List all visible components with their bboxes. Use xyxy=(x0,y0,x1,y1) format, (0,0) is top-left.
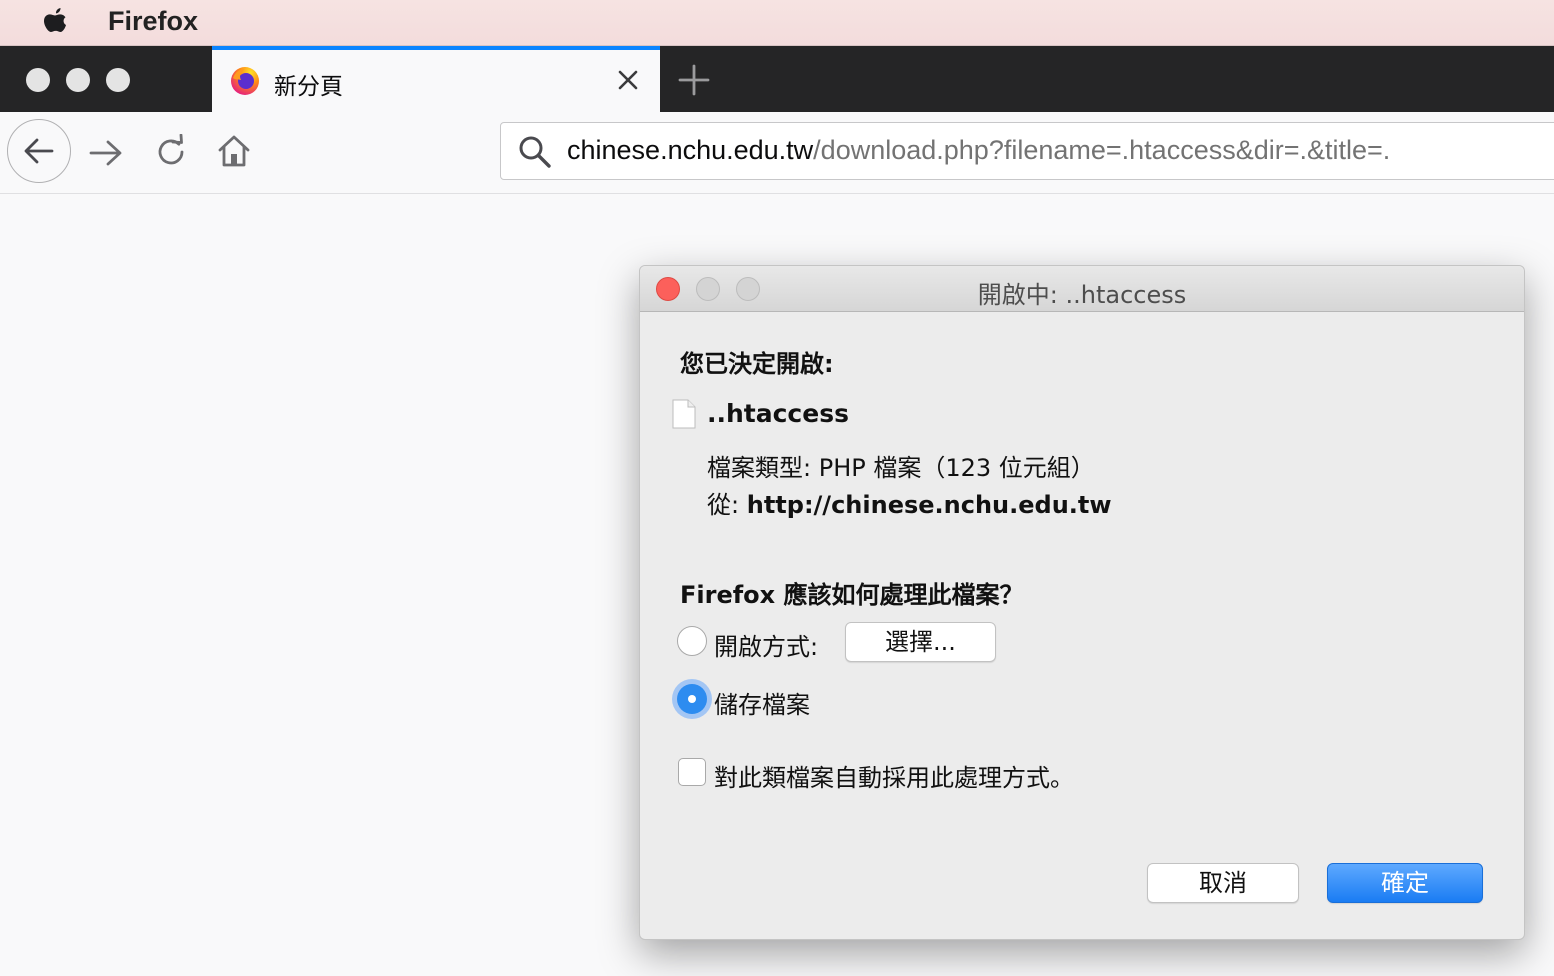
ok-button[interactable]: 確定 xyxy=(1327,863,1483,903)
save-file-radio[interactable] xyxy=(677,684,707,714)
file-type-value: PHP 檔案（123 位元組） xyxy=(818,454,1095,482)
file-source-row: 從: http://chinese.nchu.edu.tw xyxy=(707,485,1112,520)
back-button[interactable] xyxy=(7,119,71,183)
choose-application-button[interactable]: 選擇... xyxy=(845,622,996,662)
dialog-titlebar: 開啟中: ..htaccess xyxy=(640,266,1524,312)
save-file-label[interactable]: 儲存檔案 xyxy=(714,685,810,720)
firefox-logo-icon xyxy=(231,67,259,95)
dialog-heading: 您已決定開啟: xyxy=(680,350,834,378)
remember-choice-checkbox[interactable] xyxy=(678,758,706,786)
apple-logo-icon[interactable] xyxy=(40,6,70,38)
navigation-toolbar: chinese.nchu.edu.tw/download.php?filenam… xyxy=(0,112,1554,194)
file-source-value: http://chinese.nchu.edu.tw xyxy=(746,491,1112,519)
url-path: /download.php?filename=.htaccess&dir=.&t… xyxy=(813,135,1391,165)
app-menu-firefox[interactable]: Firefox xyxy=(108,6,198,37)
close-tab-icon[interactable] xyxy=(614,66,642,94)
url-host: chinese.nchu.edu.tw xyxy=(567,135,814,165)
tab-title: 新分頁 xyxy=(274,74,343,100)
new-tab-plus-icon[interactable] xyxy=(676,62,712,98)
open-with-radio[interactable] xyxy=(677,626,707,656)
menu-bar: Firefox xyxy=(0,0,1554,46)
home-icon[interactable] xyxy=(216,132,252,170)
forward-arrow-icon[interactable] xyxy=(88,136,124,170)
file-source-label: 從: xyxy=(707,491,740,519)
url-text[interactable]: chinese.nchu.edu.tw/download.php?filenam… xyxy=(567,135,1390,166)
remember-choice-label[interactable]: 對此類檔案自動採用此處理方式。 xyxy=(714,758,1074,793)
dialog-title: 開啟中: ..htaccess xyxy=(977,281,1187,309)
url-bar[interactable]: chinese.nchu.edu.tw/download.php?filenam… xyxy=(500,122,1554,180)
window-close-button[interactable] xyxy=(26,68,50,92)
back-arrow-icon xyxy=(24,138,54,164)
file-type-label: 檔案類型: xyxy=(707,454,812,482)
reload-icon[interactable] xyxy=(153,134,189,170)
window-zoom-button[interactable] xyxy=(106,68,130,92)
tab-new-tab[interactable]: 新分頁 xyxy=(212,46,660,112)
file-icon xyxy=(672,399,696,429)
file-type-row: 檔案類型: PHP 檔案（123 位元組） xyxy=(707,448,1095,483)
handling-question: Firefox 應該如何處理此檔案？ xyxy=(680,581,1024,609)
window-minimize-button[interactable] xyxy=(66,68,90,92)
open-with-label[interactable]: 開啟方式: xyxy=(714,627,818,662)
file-name: ..htaccess xyxy=(707,399,849,428)
search-icon xyxy=(519,136,551,168)
tab-strip: 新分頁 xyxy=(0,46,1554,112)
open-file-dialog: 開啟中: ..htaccess 您已決定開啟: ..htaccess 檔案類型:… xyxy=(639,265,1525,940)
cancel-button[interactable]: 取消 xyxy=(1147,863,1299,903)
